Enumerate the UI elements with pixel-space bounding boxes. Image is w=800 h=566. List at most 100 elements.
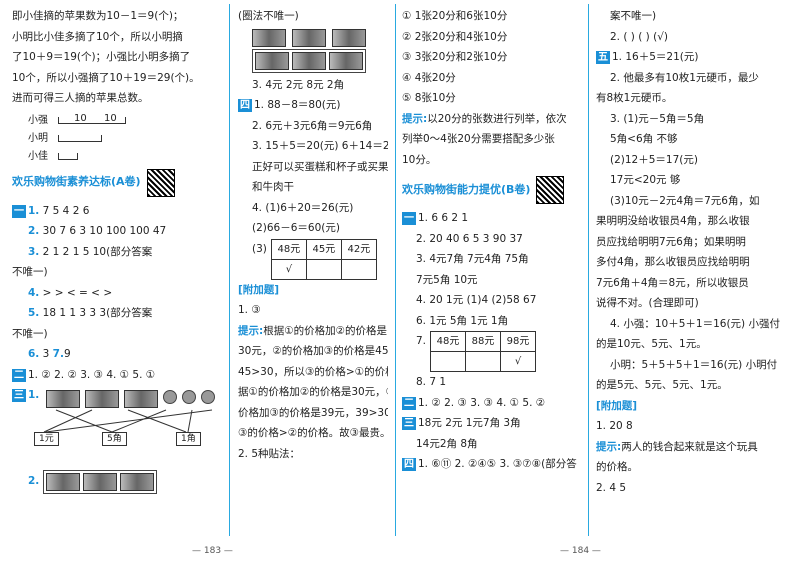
diagram-bar — [58, 134, 102, 142]
text-line: 进而可得三人摘的苹果总数。 — [12, 92, 149, 104]
answer-text: 1. 88－8＝80(元) — [254, 99, 341, 111]
banknote-image — [83, 472, 118, 491]
answer-line: ④ 4张20分 — [402, 71, 456, 84]
answer-line: 正好可以买蛋糕和杯子或买果冻 — [252, 160, 388, 173]
answer-line: 多付4角，那么收银员应找给明明 — [596, 256, 750, 268]
page-number-right: — 184 — — [560, 546, 601, 556]
match-tag: 5角 — [102, 431, 127, 446]
answer-line: (2)66－6＝60(元) — [252, 222, 340, 234]
answer-line: 3. 2 1 2 1 5 10(部分答案 — [12, 242, 224, 263]
question-badge: 一 — [12, 204, 26, 218]
tip-line: 提示:以20分的张数进行列举，依次 — [402, 109, 580, 130]
question-badge: 二 — [12, 368, 26, 382]
banknote-image — [332, 28, 366, 47]
column-1: 即小佳摘的苹果数为10－1＝9(个)； 小明比小佳多摘了10个，所以小明摘 了1… — [12, 6, 224, 538]
answer-line: ③ 3张20分和2张10分 — [402, 51, 508, 63]
question-number: 2. — [28, 475, 40, 488]
text-line: 小明比小佳多摘了10个，所以小明摘 — [12, 30, 183, 43]
answer-line: 有8枚1元硬币。 — [596, 92, 673, 104]
answer-line: 不唯一) — [12, 266, 48, 278]
money-images — [252, 28, 388, 47]
extra-title: [附加题] — [238, 283, 280, 296]
answer-line: 14元2角 8角 — [416, 437, 478, 450]
tip-label: 提示: — [402, 112, 428, 125]
question-badge: 四 — [402, 458, 416, 471]
answer-line: 四 1. ⑥⑪ 2. ②④⑤ 3. ③⑦⑧(部分答 — [402, 454, 580, 475]
answer-line: 2. 30 7 6 3 10 100 100 47 — [12, 221, 224, 242]
answer-text: 9 — [63, 348, 71, 360]
column-divider — [395, 4, 396, 536]
table-cell: 42元 — [340, 238, 377, 260]
answer-line: 3. (1)元－5角＝5角 — [610, 112, 705, 125]
text-line: 了10＋9＝19(个)；小强比小明多摘了 — [12, 51, 191, 63]
answer-line: 的是10元、5元、1元。 — [596, 338, 707, 350]
answer-line: ② 2张20分和4张10分 — [402, 30, 508, 43]
answer-line: 8. 7 1 — [416, 376, 447, 388]
answer-line: 不唯一) — [12, 327, 48, 340]
answer-text: 1. ② 2. ② 3. ③ 4. ① 5. ① — [28, 368, 156, 381]
extra-title: [附加题] — [596, 399, 638, 412]
question-number: 4. — [28, 286, 40, 299]
table-cell: 48元 — [430, 331, 467, 352]
tip-line: 提示:两人的钱合起来就是这个玩具 — [596, 437, 794, 458]
question-number: 2. — [28, 225, 40, 237]
answer-line: 4. 小强：10＋5＋1＝16(元) 小强付 — [610, 317, 780, 330]
match-tag: 1角 — [176, 431, 201, 446]
answer-line: 7元5角 10元 — [416, 273, 478, 286]
match-tag: 1元 — [34, 431, 59, 446]
answer-text: 2 1 2 1 5 10(部分答案 — [42, 245, 153, 258]
question-number: 6. — [28, 348, 40, 360]
question-badge: 五 — [596, 51, 610, 64]
answer-line: 一 1. 7 5 4 2 6 — [12, 201, 224, 222]
table-cell: 88元 — [465, 331, 502, 352]
diagram-bar — [58, 152, 78, 160]
question-number: 5. — [28, 307, 40, 319]
line-segment-diagram: 10 10 小强 小明 小佳 — [28, 109, 224, 163]
answer-line: 的是5元、5元、5元、1元。 — [596, 379, 728, 391]
question-number: 3. — [28, 245, 40, 258]
qr-code-icon[interactable] — [146, 168, 175, 197]
banknote-image — [292, 28, 326, 47]
tip-text: 两人的钱合起来就是这个玩具 — [621, 440, 758, 453]
banknote-image — [46, 472, 81, 491]
answer-page-spread: 即小佳摘的苹果数为10－1＝9(个)； 小明比小佳多摘了10个，所以小明摘 了1… — [0, 0, 800, 566]
answer-line: 1. ③ — [238, 304, 261, 316]
money-group-image — [43, 469, 158, 494]
answer-table-row: (3) 48元 45元 42元 √ — [238, 238, 388, 280]
answer-text: 7 5 4 2 6 — [42, 204, 90, 217]
answer-text: 18元 2元 1元7角 3角 — [418, 417, 521, 429]
answer-text: 3 — [42, 348, 53, 360]
question-badge: 四 — [238, 99, 252, 112]
tip-line: 30元，②的价格加③的价格是45元， — [238, 345, 388, 357]
answer-line: 案不唯一) — [610, 10, 657, 22]
table-cell — [305, 258, 342, 280]
banknote-image — [329, 51, 363, 70]
column-2: (圈法不唯一) 3. 4元 2元 8元 2角 四 1. 88－8＝80(元) 2.… — [238, 6, 388, 538]
answer-line: 五 1. 16＋5＝21(元) — [596, 47, 794, 68]
text-line: 10个，所以小强摘了10＋19＝29(个)。 — [12, 71, 200, 84]
answer-line: 2. 5种贴法： — [238, 447, 301, 460]
table-cell: √ — [500, 351, 537, 372]
coin-image — [163, 389, 177, 404]
answer-table: 48元 45元 42元 √ — [270, 238, 377, 280]
answer-line: 3. 15＋5＝20(元) 6＋14＝20(元) — [252, 140, 388, 152]
answer-line: 4. (1)6＋20＝26(元) — [252, 201, 354, 214]
answer-table-row: 7. 48元 88元 98元 √ — [402, 331, 580, 372]
answer-line: 2. ( ) ( ) (√) — [610, 30, 668, 43]
answer-line: 4. 20 1元 (1)4 (2)58 67 — [416, 294, 537, 306]
banknote-image — [292, 51, 326, 70]
banknote-image — [120, 472, 155, 491]
answer-line: 17元<20元 够 — [610, 174, 681, 186]
answer-line: 三 18元 2元 1元7角 3角 — [402, 413, 580, 434]
tip-line: 的价格。 — [596, 461, 638, 473]
answer-line: 7元6角＋4角＝8元，所以收银员 — [596, 276, 749, 289]
tip-text: 以20分的张数进行列举，依次 — [427, 112, 567, 125]
money-images — [252, 48, 388, 73]
tip-label: 提示: — [238, 324, 264, 337]
money-group-image — [252, 48, 366, 73]
column-3: ① 1张20分和6张10分 ② 2张20分和4张10分 ③ 3张20分和2张10… — [402, 6, 580, 538]
qr-code-icon[interactable] — [536, 176, 565, 204]
matching-diagram: 1元 5角 1角 — [16, 389, 224, 470]
answer-text: 7. — [416, 335, 427, 347]
answer-text: 1. ⑥⑪ 2. ②④⑤ 3. ③⑦⑧(部分答 — [418, 458, 577, 470]
